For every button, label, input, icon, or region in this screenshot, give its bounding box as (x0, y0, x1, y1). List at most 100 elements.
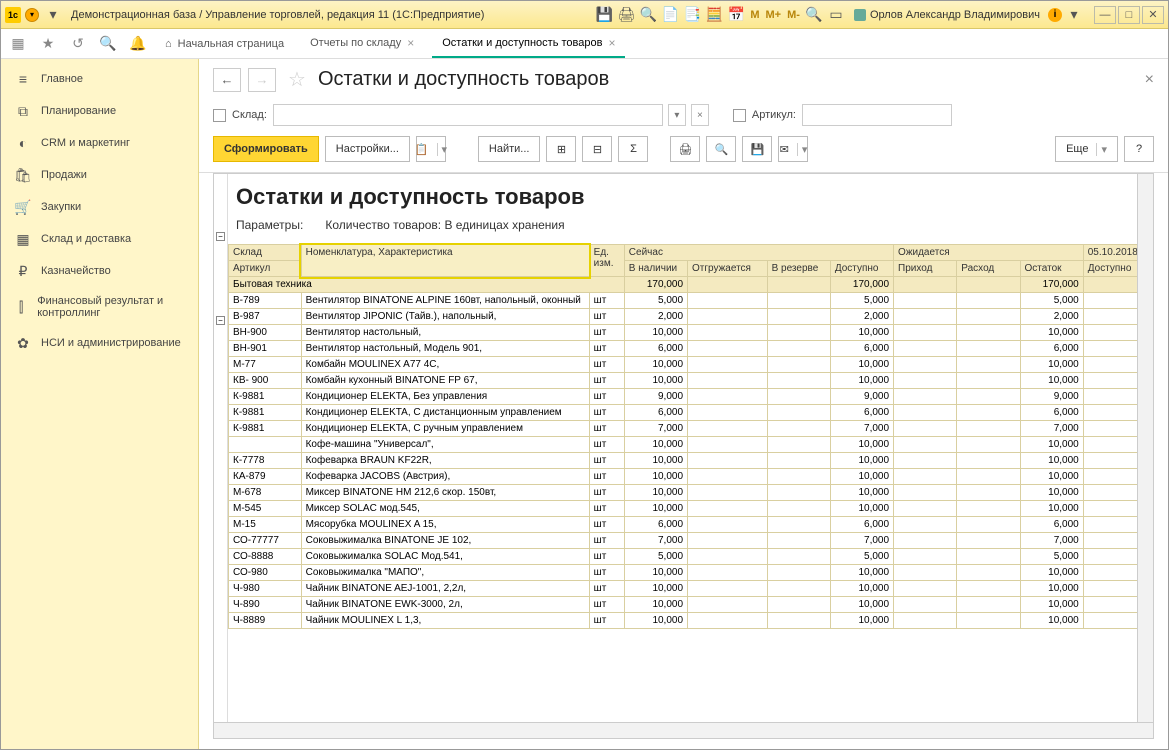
sidebar-item-5[interactable]: ▦Склад и доставка (1, 223, 198, 255)
table-row[interactable]: Ч-980Чайник BINATONE AEJ-1001, 2,2л,шт10… (229, 581, 1153, 597)
expand-button[interactable]: ⊞ (546, 136, 576, 162)
print-icon[interactable]: 🖨 (616, 5, 636, 25)
table-row[interactable]: Кофе-машина "Универсал",шт10,00010,00010… (229, 437, 1153, 453)
favorite-star-icon[interactable]: ☆ (288, 67, 306, 92)
table-row[interactable]: М-15Мясорубка MOULINEX A 15,шт6,0006,000… (229, 517, 1153, 533)
th-rez: В резерве (767, 261, 830, 277)
sidebar-label: Казначейство (41, 265, 111, 277)
more-button[interactable]: Еще▾ (1055, 136, 1118, 162)
search-icon[interactable]: 🔍 (97, 33, 119, 55)
vertical-scrollbar[interactable] (1137, 174, 1153, 738)
table-row[interactable]: КА-879Кофеварка JACOBS (Австрия),шт10,00… (229, 469, 1153, 485)
forward-button[interactable]: → (248, 68, 276, 92)
th-nomen[interactable]: Номенклатура, Характеристика (301, 245, 589, 277)
close-icon[interactable]: × (608, 36, 615, 50)
close-window-button[interactable]: ✕ (1142, 6, 1164, 24)
info-dropdown-icon[interactable]: ▾ (1064, 5, 1084, 25)
tree-collapse-icon[interactable]: − (216, 232, 225, 241)
windows-icon[interactable]: ▭ (826, 5, 846, 25)
tab-stock-availability[interactable]: Остатки и доступность товаров × (432, 30, 625, 58)
preview-icon[interactable]: 🔍 (638, 5, 658, 25)
table-row[interactable]: В-789Вентилятор BINATONE ALPINE 160вт, н… (229, 293, 1153, 309)
table-row[interactable]: М-545Миксер SOLAC мод.545,шт10,00010,000… (229, 501, 1153, 517)
apps-icon[interactable]: ▦ (7, 33, 29, 55)
variants-button[interactable]: 📋▾ (416, 136, 446, 162)
close-page-button[interactable]: × (1145, 71, 1154, 89)
th-prih: Приход (894, 261, 957, 277)
tab-reports-label: Отчеты по складу (310, 37, 401, 49)
collapse-button[interactable]: ⊟ (582, 136, 612, 162)
home-icon: ⌂ (165, 38, 172, 50)
tree-collapse-icon[interactable]: − (216, 316, 225, 325)
favorite-icon[interactable]: ★ (37, 33, 59, 55)
table-row[interactable]: М-678Миксер BINATONE HM 212,6 скор. 150в… (229, 485, 1153, 501)
table-row[interactable]: К-9881Кондиционер ELEKTA, С дистанционны… (229, 405, 1153, 421)
calculator-icon[interactable]: 🧮 (704, 5, 724, 25)
sidebar-item-1[interactable]: ⧉Планирование (1, 95, 198, 127)
app-menu-dropdown-icon[interactable]: ▾ (25, 8, 39, 22)
table-row[interactable]: КВ- 900Комбайн кухонный BINATONE FP 67,ш… (229, 373, 1153, 389)
memory-m-button[interactable]: M (750, 9, 759, 21)
maximize-button[interactable]: □ (1118, 6, 1140, 24)
memory-mminus-button[interactable]: M- (787, 9, 800, 21)
find-button[interactable]: Найти... (478, 136, 541, 162)
sidebar-icon: ✿ (15, 335, 31, 351)
copy-icon[interactable]: 📄 (660, 5, 680, 25)
minimize-button[interactable]: — (1094, 6, 1116, 24)
email-button[interactable]: ✉▾ (778, 136, 808, 162)
table-row[interactable]: К-9881Кондиционер ELEKTA, С ручным управ… (229, 421, 1153, 437)
tab-home[interactable]: ⌂ Начальная страница (157, 34, 292, 54)
sidebar-item-8[interactable]: ✿НСИ и администрирование (1, 327, 198, 359)
table-row[interactable]: ВН-901Вентилятор настольный, Модель 901,… (229, 341, 1153, 357)
current-user[interactable]: Орлов Александр Владимирович (854, 9, 1040, 21)
generate-button[interactable]: Сформировать (213, 136, 319, 162)
group-row[interactable]: Бытовая техника170,000170,000170,000 (229, 277, 1153, 293)
sidebar-label: Главное (41, 73, 83, 85)
window-title: Демонстрационная база / Управление торго… (67, 9, 590, 21)
menu-dropdown-icon[interactable]: ▾ (43, 5, 63, 25)
warehouse-clear-button[interactable]: × (691, 104, 709, 126)
table-row[interactable]: Ч-890Чайник BINATONE EWK-3000, 2л,шт10,0… (229, 597, 1153, 613)
save-report-button[interactable]: 💾 (742, 136, 772, 162)
zoom-in-icon[interactable]: 🔍 (804, 5, 824, 25)
sidebar-item-0[interactable]: ≡Главное (1, 63, 198, 95)
close-icon[interactable]: × (407, 36, 414, 50)
table-row[interactable]: СО-980Соковыжималка "МАПО",шт10,00010,00… (229, 565, 1153, 581)
sidebar-item-3[interactable]: 🛍Продажи (1, 159, 198, 191)
sidebar-item-4[interactable]: 🛒Закупки (1, 191, 198, 223)
warehouse-input[interactable] (273, 104, 663, 126)
warehouse-checkbox[interactable] (213, 109, 226, 122)
table-row[interactable]: К-7778Кофеварка BRAUN KF22R,шт10,00010,0… (229, 453, 1153, 469)
report-title: Остатки и доступность товаров (228, 174, 1153, 214)
sidebar-item-6[interactable]: ₽Казначейство (1, 255, 198, 287)
th-ost: Остаток (1020, 261, 1083, 277)
notifications-icon[interactable]: 🔔 (127, 33, 149, 55)
info-icon[interactable]: i (1048, 8, 1062, 22)
table-row[interactable]: М-77Комбайн MOULINEX A77 4C,шт10,00010,0… (229, 357, 1153, 373)
warehouse-select-button[interactable]: ▾ (668, 104, 686, 126)
article-input[interactable] (802, 104, 952, 126)
sidebar-item-2[interactable]: ◐CRM и маркетинг (1, 127, 198, 159)
history-icon[interactable]: ↺ (67, 33, 89, 55)
save-icon[interactable]: 💾 (594, 5, 614, 25)
tab-reports[interactable]: Отчеты по складу × (300, 30, 424, 58)
settings-button[interactable]: Настройки... (325, 136, 410, 162)
table-row[interactable]: Ч-8889Чайник MOULINEX L 1,3,шт10,00010,0… (229, 613, 1153, 629)
memory-mplus-button[interactable]: M+ (766, 9, 782, 21)
print-button[interactable]: 🖨 (670, 136, 700, 162)
table-row[interactable]: ВН-900Вентилятор настольный,шт10,00010,0… (229, 325, 1153, 341)
sum-button[interactable]: Σ (618, 136, 648, 162)
compare-icon[interactable]: 📑 (682, 5, 702, 25)
horizontal-scrollbar[interactable] (214, 722, 1153, 738)
table-row[interactable]: В-987Вентилятор JIPONIC (Тайв.), напольн… (229, 309, 1153, 325)
help-button[interactable]: ? (1124, 136, 1154, 162)
table-row[interactable]: СО-8888Соковыжималка SOLAC Мод.541,шт5,0… (229, 549, 1153, 565)
calendar-icon[interactable]: 📅 (726, 5, 746, 25)
table-row[interactable]: К-9881Кондиционер ELEKTA, Без управления… (229, 389, 1153, 405)
sidebar-label: Закупки (41, 201, 81, 213)
article-checkbox[interactable] (733, 109, 746, 122)
sidebar-item-7[interactable]: ⫿Финансовый результат и контроллинг (1, 287, 198, 327)
preview-button[interactable]: 🔍 (706, 136, 736, 162)
back-button[interactable]: ← (213, 68, 241, 92)
table-row[interactable]: СО-77777Соковыжималка BINATONE JE 102,шт… (229, 533, 1153, 549)
